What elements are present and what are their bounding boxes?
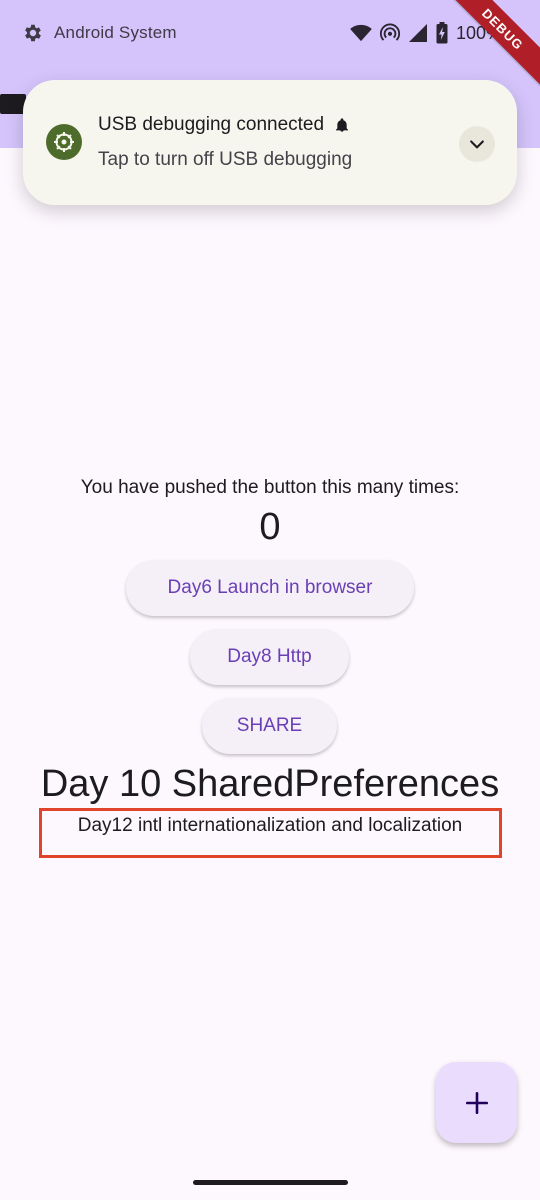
increment-fab[interactable]: [436, 1062, 517, 1143]
notification-subtitle: Tap to turn off USB debugging: [98, 149, 353, 170]
home-indicator[interactable]: [193, 1180, 348, 1185]
usb-debugging-notification[interactable]: USB debugging connected Tap to turn off …: [23, 80, 517, 205]
usb-debug-icon: [46, 124, 82, 160]
status-bar: Android System 100%: [0, 0, 540, 68]
status-bar-app-name: Android System: [54, 23, 177, 42]
notification-title: USB debugging connected: [98, 114, 350, 136]
notification-title-text: USB debugging connected: [98, 114, 325, 135]
intl-text: Day12 intl internationalization and loca…: [77, 815, 463, 836]
shared-preferences-heading: Day 10 SharedPreferences: [40, 763, 500, 805]
plus-icon: [465, 1091, 488, 1114]
share-button[interactable]: SHARE: [202, 698, 337, 754]
wifi-icon: [350, 24, 372, 42]
chevron-down-icon[interactable]: [459, 126, 495, 162]
day6-launch-browser-button[interactable]: Day6 Launch in browser: [126, 560, 414, 616]
status-bar-left: Android System: [22, 22, 177, 44]
hotspot-icon: [379, 23, 400, 41]
counter-label: You have pushed the button this many tim…: [80, 477, 460, 498]
battery-icon: [436, 22, 448, 44]
counter-value: 0: [259, 506, 281, 548]
gear-icon: [25, 24, 41, 42]
status-bar-right: 100%: [350, 22, 502, 44]
bell-icon: [336, 118, 349, 132]
day8-http-button[interactable]: Day8 Http: [190, 629, 349, 685]
signal-icon: [408, 24, 427, 42]
screen: Android System 100% DEBUG USB debugging …: [0, 0, 540, 1200]
